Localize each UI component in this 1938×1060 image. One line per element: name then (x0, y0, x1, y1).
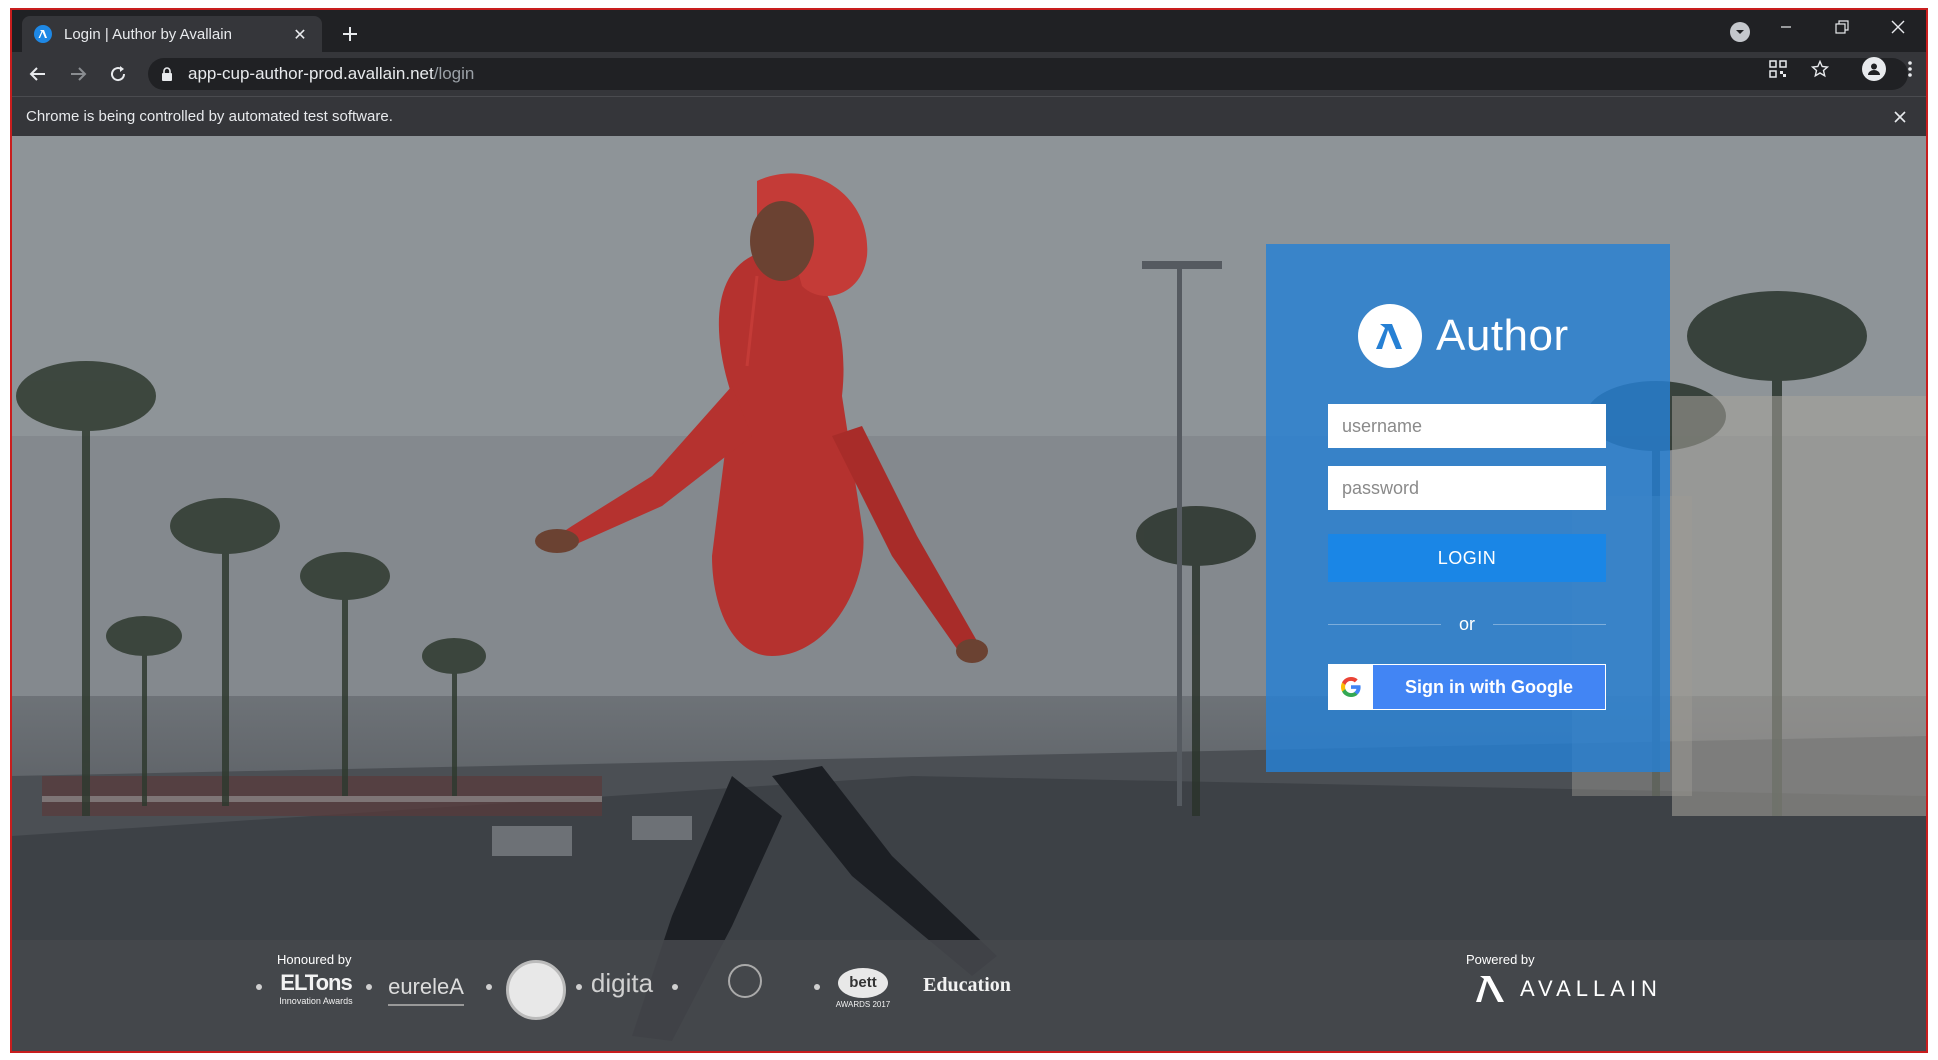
login-page: Author LOGIN or Sign in wi (12, 136, 1926, 1051)
separator-dot (672, 984, 678, 990)
qr-code-icon[interactable] (1768, 59, 1788, 79)
url-path: /login (433, 64, 475, 83)
infobar-close-icon[interactable] (1890, 107, 1910, 127)
award-underline (388, 1004, 464, 1006)
separator-dot (814, 984, 820, 990)
window-controls (1758, 10, 1926, 44)
award-name: Education (923, 974, 1011, 996)
tab-search-icon[interactable] (1730, 22, 1750, 42)
author-logo-icon (1358, 304, 1422, 368)
tab-strip: Login | Author by Avallain ✕ (12, 10, 1926, 52)
lock-icon[interactable] (160, 67, 174, 81)
tab-title: Login | Author by Avallain (64, 25, 232, 43)
award-name: digita (590, 968, 654, 998)
restore-icon[interactable] (1814, 10, 1870, 44)
separator-dot (486, 984, 492, 990)
bookmark-star-icon[interactable] (1810, 59, 1830, 79)
honoured-by-label: Honoured by (277, 952, 352, 967)
english-language-award-seal (728, 964, 762, 998)
divider-line (1493, 623, 1607, 625)
bett-award-logo: bett AWARDS 2017 (834, 968, 892, 1009)
username-input[interactable] (1328, 404, 1606, 448)
browser-toolbar: app-cup-author-prod.avallain.net/login (12, 52, 1926, 96)
separator-dot (366, 984, 372, 990)
url-host: app-cup-author-prod.avallain.net (188, 64, 434, 83)
google-signin-label: Sign in with Google (1405, 676, 1573, 697)
or-text: or (1459, 613, 1476, 634)
automation-infobar: Chrome is being controlled by automated … (12, 96, 1926, 136)
tab-close-icon[interactable]: ✕ (290, 25, 310, 44)
separator-dot (256, 984, 262, 990)
google-signin-button[interactable]: Sign in with Google (1328, 664, 1606, 710)
login-button[interactable]: LOGIN (1328, 534, 1606, 582)
address-bar[interactable]: app-cup-author-prod.avallain.net/login (148, 58, 1908, 90)
digita-award-logo: digita (582, 968, 662, 999)
avallain-brand: AVALLAIN (1520, 976, 1662, 1001)
browser-window: Login | Author by Avallain ✕ app-cup-aut… (10, 8, 1928, 1053)
login-card: Author LOGIN or Sign in wi (1266, 244, 1670, 772)
avallain-mark-icon (1476, 976, 1504, 1002)
author-logo: Author (1358, 304, 1569, 368)
infobar-text: Chrome is being controlled by automated … (26, 108, 393, 125)
or-divider: or (1328, 612, 1607, 636)
close-window-icon[interactable] (1870, 10, 1926, 44)
eltons-award-logo: ELTons Innovation Awards (274, 970, 358, 1006)
minimize-icon[interactable] (1758, 10, 1814, 44)
footer-band: Honoured by ELTons Innovation Awards eur… (12, 940, 1926, 1051)
more-menu-icon[interactable] (1900, 59, 1920, 79)
award-name: eureleA (388, 974, 464, 999)
password-input[interactable] (1328, 466, 1606, 510)
back-arrow-icon[interactable] (24, 60, 52, 88)
award-sub: AWARDS 2017 (835, 1000, 891, 1009)
comenius-award-seal (506, 960, 566, 1020)
avallain-logo: AVALLAIN (1474, 974, 1662, 1004)
award-sub: Innovation Awards (279, 996, 353, 1006)
google-g-icon (1329, 665, 1373, 709)
reload-icon[interactable] (104, 60, 132, 88)
forward-arrow-icon[interactable] (64, 60, 92, 88)
award-name: ELTons (280, 970, 352, 995)
new-tab-icon[interactable] (338, 22, 362, 46)
eurelea-award-logo: eureleA (376, 974, 476, 1006)
avallain-favicon-icon (34, 25, 52, 43)
education-award-logo: Education (912, 974, 1022, 997)
powered-by-label: Powered by (1466, 952, 1535, 967)
divider-line (1328, 623, 1441, 625)
profile-avatar-icon[interactable] (1862, 57, 1886, 81)
browser-tab[interactable]: Login | Author by Avallain ✕ (22, 16, 322, 52)
brand-name: Author (1436, 311, 1569, 360)
award-name: bett (838, 968, 888, 998)
